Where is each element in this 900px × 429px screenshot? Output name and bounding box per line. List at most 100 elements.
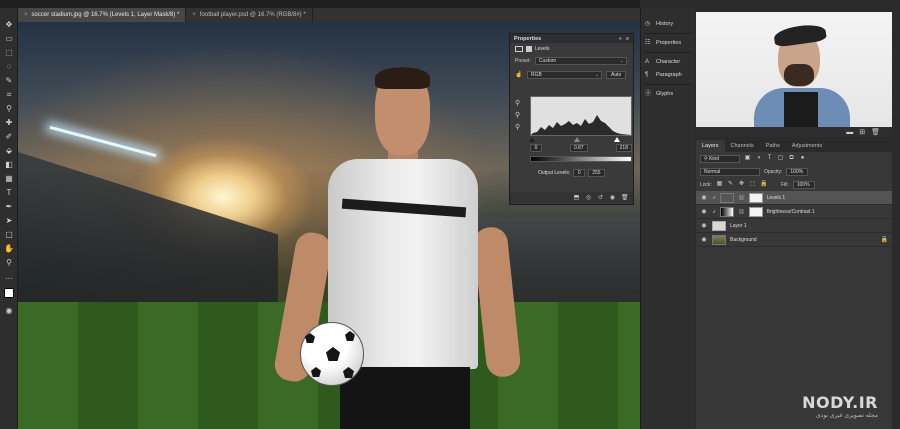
layer-row-layer-1[interactable]: ◉ Layer 1 (696, 219, 892, 233)
fill-label: Fill: (780, 181, 789, 188)
dock-history[interactable]: ◷ History (645, 18, 695, 30)
filter-shape-icon[interactable]: ▢ (777, 155, 784, 162)
ball-patch (305, 333, 315, 343)
eraser-tool-icon[interactable]: ◧ (4, 160, 14, 170)
chain-link-icon[interactable]: ⛓ (738, 209, 744, 215)
input-gamma-slider[interactable] (574, 137, 580, 142)
brush-tool-icon[interactable]: ✐ (4, 132, 14, 142)
clip-to-layer-icon[interactable]: ⬒ (573, 195, 580, 202)
lock-all-icon[interactable]: 🔒 (760, 181, 767, 188)
foreground-color-swatch[interactable] (4, 288, 14, 298)
gradient-tool-icon[interactable]: ▦ (4, 174, 14, 184)
input-black-slider[interactable] (529, 137, 535, 142)
filter-kind-select[interactable]: ⚲ Kind (700, 154, 740, 163)
fill-field[interactable]: 100% (792, 180, 815, 189)
hand-adjust-icon[interactable]: ☝ (515, 71, 523, 78)
layer-mask-thumb[interactable] (748, 192, 763, 203)
filter-type-icon[interactable]: T (766, 155, 773, 162)
football-player (272, 67, 522, 429)
quick-select-tool-icon[interactable]: ✎ (4, 76, 14, 86)
opacity-label: Opacity: (764, 168, 783, 175)
crop-tool-icon[interactable]: ⌗ (4, 90, 14, 100)
tab-paths[interactable]: Paths (760, 140, 786, 152)
layers-panel-tabs: Layers Channels Paths Adjustments (696, 140, 892, 152)
visibility-eye-icon[interactable]: ◉ (700, 236, 708, 243)
visibility-eye-icon[interactable]: ◉ (700, 222, 708, 229)
layer-mask-thumb[interactable] (748, 206, 763, 217)
artboard-tool-icon[interactable]: ▭ (4, 34, 14, 44)
tab-channels[interactable]: Channels (725, 140, 760, 152)
visibility-icon[interactable]: ◉ (609, 195, 616, 202)
output-black-field[interactable]: 0 (573, 169, 586, 177)
layer-name: Background (730, 236, 757, 243)
chain-link-icon[interactable]: ⛓ (738, 195, 744, 201)
properties-footer: ⬒ ◎ ↺ ◉ 🗑 (510, 192, 633, 204)
visibility-eye-icon[interactable]: ◉ (700, 194, 708, 201)
levels-icon[interactable] (515, 46, 523, 52)
gray-point-eyedropper-icon[interactable]: ⚲ (515, 112, 523, 120)
input-gamma-field[interactable]: 0.87 (569, 144, 588, 152)
tab-soccer-stadium[interactable]: × soccer stadium.jpg @ 16.7% (Levels 1, … (18, 8, 187, 22)
more-tools-icon[interactable]: … (4, 272, 14, 282)
lasso-tool-icon[interactable]: ◌ (4, 62, 14, 72)
close-tab-icon[interactable]: × (192, 12, 196, 18)
dock-character[interactable]: A Character (645, 56, 695, 68)
view-previous-icon[interactable]: ◎ (585, 195, 592, 202)
input-white-field[interactable]: 218 (615, 144, 632, 152)
filter-toggle-icon[interactable]: ● (799, 155, 806, 162)
dock-paragraph[interactable]: ¶ Paragraph (645, 69, 695, 81)
folder-icon[interactable]: ▬ (846, 129, 853, 136)
tab-football-player[interactable]: × football player.psd @ 16.7% (RGB/8#) * (186, 8, 313, 22)
reset-icon[interactable]: ↺ (597, 195, 604, 202)
preset-select[interactable]: Custom ⌄ (534, 56, 627, 65)
input-levels-values: 0 0.87 218 (530, 144, 632, 152)
quick-mask-icon[interactable]: ◉ (4, 306, 14, 316)
collapse-panel-icon[interactable]: » (619, 36, 622, 42)
layer-mask-icon[interactable] (526, 46, 532, 52)
layer-row-background[interactable]: ◉ Background 🔒 (696, 233, 892, 247)
eyedropper-tool-icon[interactable]: ⚲ (4, 104, 14, 114)
path-select-tool-icon[interactable]: ➤ (4, 216, 14, 226)
white-point-eyedropper-icon[interactable]: ⚲ (515, 124, 523, 132)
new-item-icon[interactable]: ⊞ (859, 128, 865, 136)
type-tool-icon[interactable]: T (4, 188, 14, 198)
layer-row-levels-1[interactable]: ◉ ↲ ⛓ Levels 1 (696, 191, 892, 205)
trash-icon[interactable]: 🗑 (871, 128, 880, 136)
marquee-tool-icon[interactable]: ⬚ (4, 48, 14, 58)
healing-brush-tool-icon[interactable]: ✚ (4, 118, 14, 128)
pen-tool-icon[interactable]: ✒ (4, 202, 14, 212)
lock-position-icon[interactable]: ✥ (738, 181, 745, 188)
glyphs-icon: ⓐ (645, 90, 652, 97)
output-white-field[interactable]: 255 (588, 169, 605, 177)
lock-image-icon[interactable]: ✎ (727, 181, 734, 188)
watermark: NODY.IR مجله تصویری غیری نودی (802, 393, 878, 419)
opacity-field[interactable]: 100% (786, 167, 809, 176)
dock-glyphs[interactable]: ⓐ Glyphs (645, 88, 695, 100)
filter-smart-object-icon[interactable]: ⧉ (788, 155, 795, 162)
channel-row: ☝ RGB ⌄ Auto (510, 69, 633, 80)
filter-pixel-icon[interactable]: ▣ (744, 155, 751, 162)
background-thumb (712, 234, 726, 245)
input-white-slider[interactable] (614, 137, 620, 142)
panel-menu-icon[interactable]: ≡ (626, 36, 629, 42)
black-point-eyedropper-icon[interactable]: ⚲ (515, 100, 523, 108)
channel-select[interactable]: RGB ⌄ (527, 70, 602, 79)
visibility-eye-icon[interactable]: ◉ (700, 208, 708, 215)
tab-layers[interactable]: Layers (696, 140, 725, 152)
blend-mode-select[interactable]: Normal (700, 167, 760, 176)
move-tool-icon[interactable]: ✥ (4, 20, 14, 30)
layer-row-brightness-contrast-1[interactable]: ◉ ↲ ⛓ Brightness/Contrast 1 (696, 205, 892, 219)
dock-properties[interactable]: ☷ Properties (645, 37, 695, 49)
filter-adjustment-icon[interactable]: ◑ (755, 155, 762, 162)
auto-button[interactable]: Auto (606, 70, 626, 79)
rectangle-tool-icon[interactable]: ▢ (4, 230, 14, 240)
lock-artboard-icon[interactable]: ⬚ (749, 181, 756, 188)
stamp-tool-icon[interactable]: ⬙ (4, 146, 14, 156)
input-black-field[interactable]: 0 (530, 144, 542, 152)
delete-icon[interactable]: 🗑 (621, 195, 629, 202)
lock-transparent-icon[interactable]: ▦ (716, 181, 723, 188)
hand-tool-icon[interactable]: ✋ (4, 244, 14, 254)
tab-adjustments[interactable]: Adjustments (786, 140, 828, 152)
close-tab-icon[interactable]: × (24, 12, 28, 18)
zoom-tool-icon[interactable]: ⚲ (4, 258, 14, 268)
